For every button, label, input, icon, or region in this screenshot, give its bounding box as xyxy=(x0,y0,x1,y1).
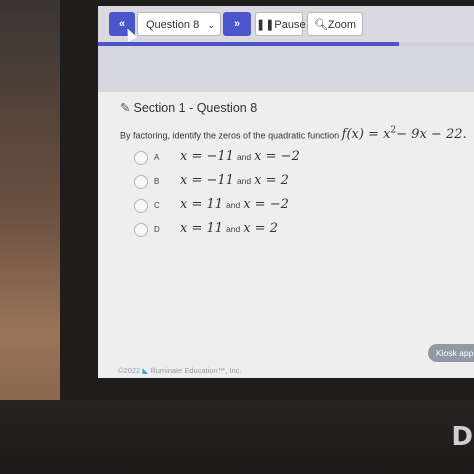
choice-letter: D xyxy=(154,225,160,234)
footer: ©2022 ◣ Illuminate Education™, Inc. xyxy=(118,366,241,375)
keyboard-area xyxy=(0,400,474,474)
pause-button[interactable]: ❚❚Pause xyxy=(255,12,306,36)
zoom-button[interactable]: 🔍︎Zoom xyxy=(307,12,363,36)
choice-a[interactable]: A x = −11 and x = −2 xyxy=(134,148,434,168)
pencil-icon: ✎ xyxy=(120,101,131,115)
header-banner xyxy=(98,46,474,92)
question-select[interactable]: Question 8 ⌄ xyxy=(137,12,221,36)
radio-b[interactable] xyxy=(134,175,148,189)
choice-answer: x = −11 and x = 2 xyxy=(180,173,289,188)
function-expression: f(x) = x2− 9x − 22. xyxy=(341,126,467,143)
choice-d[interactable]: D x = 11 and x = 2 xyxy=(134,220,434,240)
choice-answer: x = 11 and x = 2 xyxy=(180,221,278,236)
double-chevron-right-icon: » xyxy=(233,18,241,30)
choice-b[interactable]: B x = −11 and x = 2 xyxy=(134,172,434,192)
laptop-brand-letter: D xyxy=(451,422,474,452)
choice-answer: x = −11 and x = −2 xyxy=(180,149,300,164)
choice-letter: B xyxy=(154,177,160,186)
radio-c[interactable] xyxy=(134,199,148,213)
toolbar: « Question 8 ⌄ » ❚❚Pause 🔍︎Zoom xyxy=(98,6,474,46)
choice-letter: A xyxy=(154,153,160,162)
chevron-down-icon: ⌄ xyxy=(207,20,215,30)
radio-d[interactable] xyxy=(134,223,148,237)
section-title: ✎ Section 1 - Question 8 xyxy=(120,101,258,115)
copyright-text: ©2022 xyxy=(118,366,141,375)
choice-letter: C xyxy=(154,201,160,210)
pause-label: ❚❚Pause xyxy=(256,19,306,31)
illuminate-logo-icon: ◣ xyxy=(142,366,149,375)
question-select-value: Question 8 xyxy=(146,19,200,31)
prompt-text: By factoring, identify the zeros of the … xyxy=(120,130,340,141)
choice-c[interactable]: C x = 11 and x = −2 xyxy=(134,196,434,216)
choice-answer: x = 11 and x = −2 xyxy=(180,197,289,212)
question-prompt: By factoring, identify the zeros of the … xyxy=(120,126,467,142)
next-question-button[interactable]: » xyxy=(223,12,251,36)
radio-a[interactable] xyxy=(134,151,148,165)
question-panel: ✎ Section 1 - Question 8 By factoring, id… xyxy=(98,92,474,378)
kiosk-app-button[interactable]: Kiosk app xyxy=(428,344,474,362)
double-chevron-left-icon: « xyxy=(118,18,126,30)
zoom-label: 🔍︎Zoom xyxy=(313,19,357,31)
screen: « Question 8 ⌄ » ❚❚Pause 🔍︎Zoom ✎ Section… xyxy=(98,6,474,378)
company-name: Illuminate Education™, Inc. xyxy=(150,366,242,375)
